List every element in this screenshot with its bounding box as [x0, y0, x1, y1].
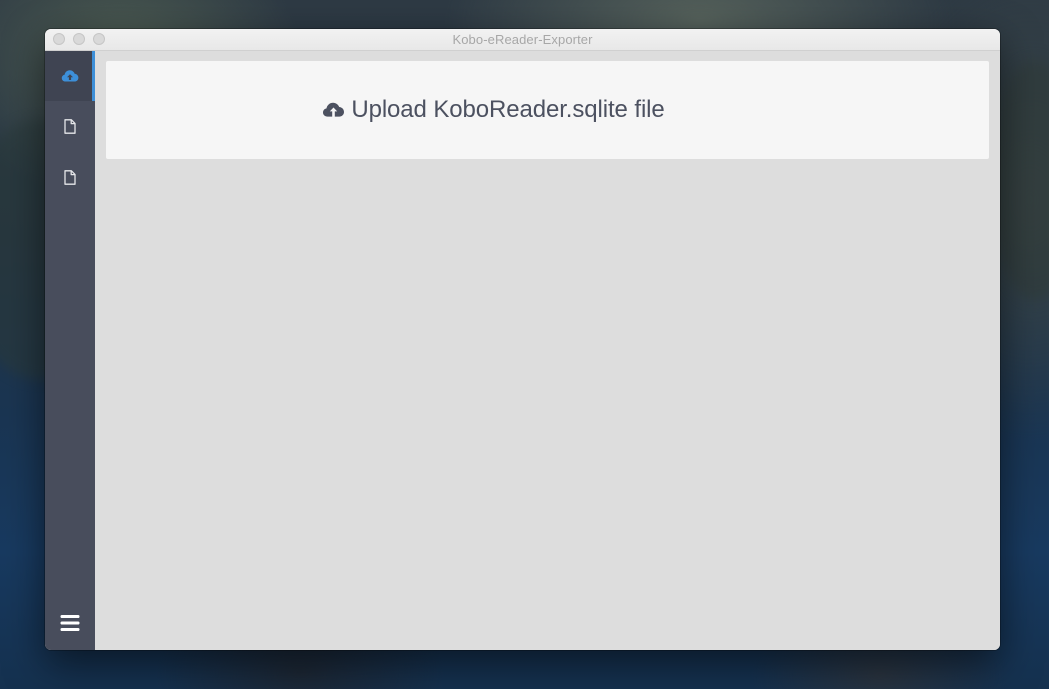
- sidebar-item-document-2[interactable]: [45, 152, 95, 202]
- window-title: Kobo-eReader-Exporter: [452, 32, 593, 47]
- cloud-upload-icon: [322, 101, 345, 119]
- sidebar-item-upload[interactable]: [45, 51, 95, 101]
- sidebar-item-document-1[interactable]: [45, 101, 95, 151]
- title-bar[interactable]: Kobo-eReader-Exporter: [45, 29, 1000, 51]
- upload-button-label: Upload KoboReader.sqlite file: [351, 96, 665, 123]
- sidebar: [45, 51, 95, 650]
- sidebar-menu-button[interactable]: [45, 596, 95, 650]
- document-icon: [64, 118, 76, 134]
- upload-button-content: Upload KoboReader.sqlite file: [322, 96, 665, 124]
- document-icon: [64, 169, 76, 185]
- hamburger-menu-icon: [60, 614, 80, 632]
- app-window: Kobo-eReader-Exporter Upload KoboReader.…: [45, 29, 1000, 650]
- main-content: Upload KoboReader.sqlite file: [95, 51, 1000, 650]
- upload-file-button[interactable]: Upload KoboReader.sqlite file: [106, 61, 989, 159]
- cloud-upload-icon: [61, 69, 79, 83]
